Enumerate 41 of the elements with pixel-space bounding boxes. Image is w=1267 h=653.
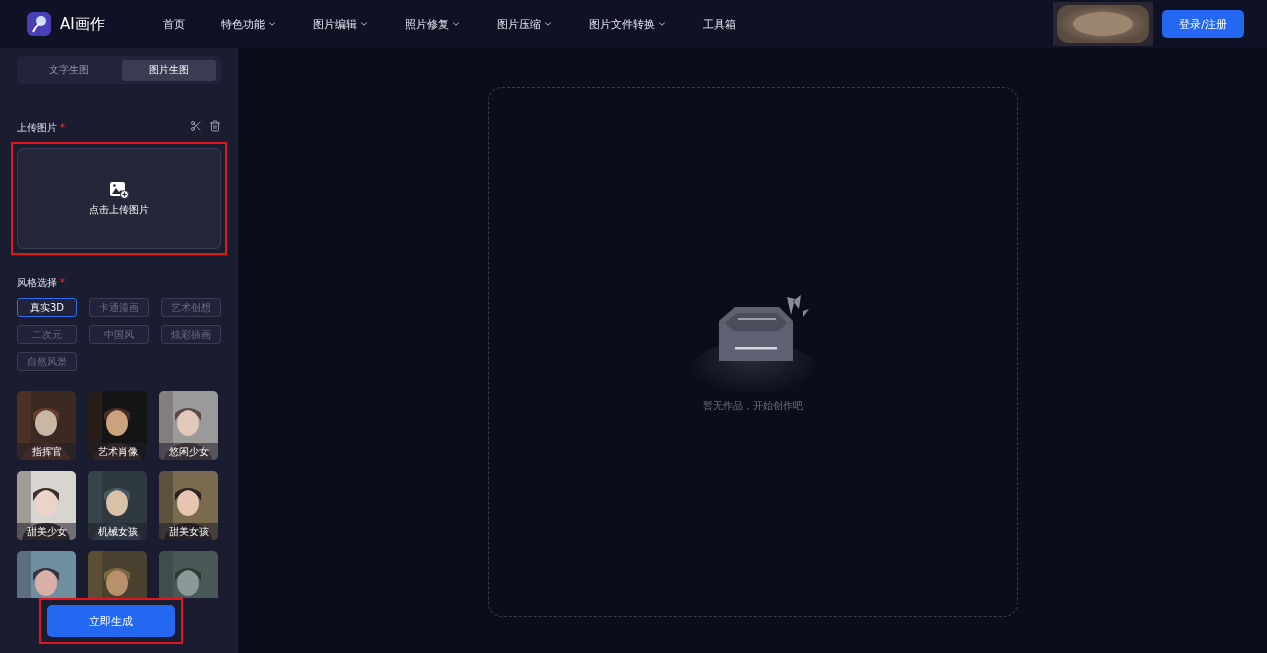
preset-card[interactable]: 甜美女孩: [159, 471, 218, 540]
nav-item[interactable]: 图片文件转换: [589, 16, 667, 32]
required-mark: *: [60, 122, 65, 133]
style-option[interactable]: 真实3D: [17, 298, 77, 317]
mode-tab[interactable]: 文字生图: [22, 59, 116, 81]
logo-icon: [27, 12, 51, 36]
mode-tab[interactable]: 图片生图: [122, 59, 216, 81]
nav-item[interactable]: 照片修复: [405, 16, 461, 32]
nav-item[interactable]: 图片编辑: [313, 16, 369, 32]
preset-card[interactable]: 艺术肖像: [88, 391, 147, 460]
preset-card[interactable]: 悠闲少女: [159, 391, 218, 460]
chevron-down-icon: [359, 19, 369, 29]
preset-label: 艺术肖像: [88, 443, 147, 460]
login-button[interactable]: 登录/注册: [1162, 10, 1244, 38]
chevron-down-icon: [657, 19, 667, 29]
required-mark: *: [60, 277, 65, 288]
preset-label: 甜美女孩: [159, 523, 218, 540]
upload-area[interactable]: 点击上传图片: [17, 148, 221, 249]
preset-label: 甜美少女: [17, 523, 76, 540]
preset-card[interactable]: 机械女孩: [88, 471, 147, 540]
preset-label: 指挥官: [17, 443, 76, 460]
chevron-down-icon: [267, 19, 277, 29]
preset-card[interactable]: 指挥官: [17, 391, 76, 460]
trash-icon[interactable]: [209, 119, 221, 132]
nav-item[interactable]: 特色功能: [221, 16, 277, 32]
logo-text: AI画作: [60, 14, 105, 34]
generate-button[interactable]: 立即生成: [47, 605, 175, 637]
empty-message: 暂无作品，开始创作吧: [702, 399, 803, 413]
nav-item[interactable]: 图片压缩: [497, 16, 553, 32]
nav-item[interactable]: 工具箱: [703, 16, 736, 32]
nav-item[interactable]: 首页: [163, 16, 185, 32]
chevron-down-icon: [543, 19, 553, 29]
chevron-down-icon: [451, 19, 461, 29]
preset-card[interactable]: 甜美少女: [17, 471, 76, 540]
section-label: 风格选择: [17, 277, 57, 288]
preset-label: 悠闲少女: [159, 443, 218, 460]
image-add-icon: [109, 180, 129, 199]
section-label: 上传图片: [17, 122, 57, 133]
scissors-icon[interactable]: [190, 119, 202, 132]
preset-label: 机械女孩: [88, 523, 147, 540]
upload-hint: 点击上传图片: [89, 202, 149, 217]
